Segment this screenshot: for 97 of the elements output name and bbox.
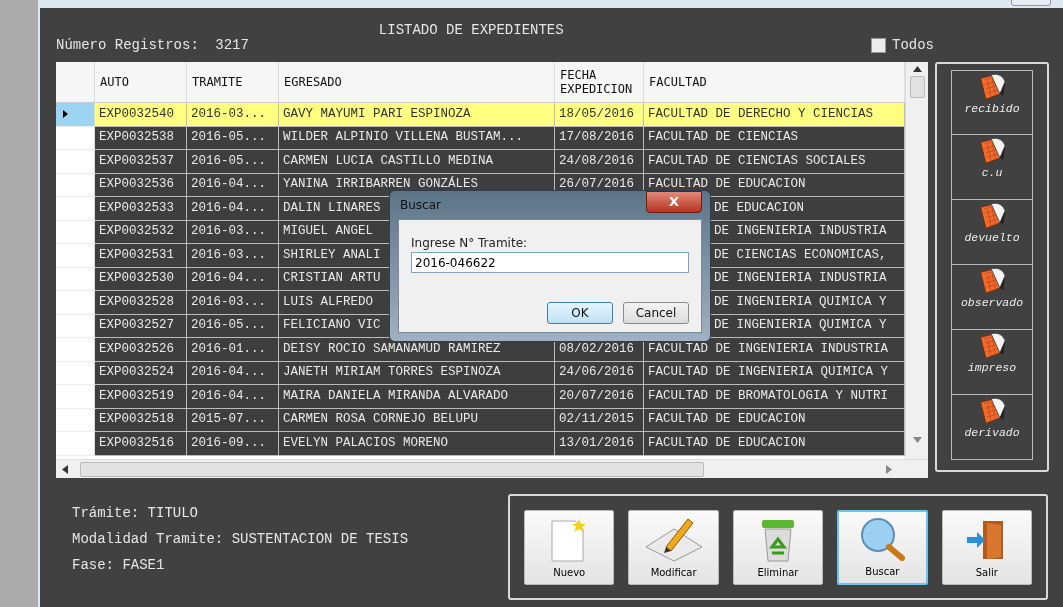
column-header[interactable]: TRAMITE: [187, 62, 279, 102]
table-cell-text: EXP0032526: [99, 340, 174, 358]
column-header[interactable]: AUTO: [95, 62, 187, 102]
ok-button[interactable]: OK: [547, 302, 613, 324]
table-cell-text: EVELYN PALACIOS MORENO: [283, 434, 449, 452]
status-button[interactable]: impreso: [951, 330, 1033, 395]
info-text: Modalidad Tramite: SUSTENTACION DE TESIS: [72, 530, 410, 549]
table-cell-text: 2015-07...: [191, 411, 266, 429]
table-cell-text: 2016-04...: [191, 176, 266, 194]
record-count: 3217: [215, 37, 249, 53]
table-cell-text: 2016-05...: [191, 152, 266, 170]
table-cell-text: MAIRA DANIELA MIRANDA ALVARADO: [283, 387, 509, 405]
table-cell-text: 2016-03...: [191, 105, 266, 123]
table-cell-text: WILDER ALPINIO VILLENA BUSTAM...: [283, 129, 524, 147]
table-cell-text: FACULTAD DE EDUCACION: [648, 176, 806, 194]
table-cell-text: EXP0032537: [99, 152, 174, 170]
table-cell-text: MIGUEL ANGEL: [283, 223, 373, 241]
table-cell-text: EXP0032540: [99, 105, 174, 123]
record-count-label: Número Registros:: [56, 37, 199, 53]
table-cell-text: FACULTAD DE EDUCACION: [648, 434, 806, 452]
column-header[interactable]: EGRESADO: [279, 62, 555, 102]
list-title: LISTADO DE EXPEDIENTES: [378, 21, 564, 40]
dialog-title: Buscar: [400, 197, 441, 214]
table-cell-text: 2016-04...: [191, 270, 266, 288]
table-cell-text: EXP0032533: [99, 199, 174, 217]
cancel-button[interactable]: Cancel: [623, 302, 689, 324]
table-cell-text: DE INGENIERIA INDUSTRIA: [714, 270, 887, 288]
table-cell-text: EXP0032530: [99, 270, 174, 288]
checkbox-label: Todos: [892, 36, 934, 55]
table-cell-text: 2016-01...: [191, 340, 266, 358]
toolbar-button[interactable]: Buscar: [837, 509, 928, 585]
status-button[interactable]: derivado: [951, 395, 1033, 460]
table-cell-text: 08/02/2016: [559, 340, 634, 358]
table-cell-text: 02/11/2015: [559, 411, 634, 429]
table-cell-text: FACULTAD DE BROMATOLOGIA Y NUTRI: [648, 387, 889, 405]
table-cell-text: DALIN LINARES: [283, 199, 381, 217]
table-cell-text: 2016-04...: [191, 387, 266, 405]
table-cell-text: EXP0032516: [99, 434, 174, 452]
table-cell-text: EXP0032531: [99, 246, 174, 264]
table-cell-text: 2016-05...: [191, 317, 266, 335]
table-cell-text: DE INGENIERIA QUIMICA Y: [714, 317, 887, 335]
close-button[interactable]: X: [646, 191, 702, 213]
status-button[interactable]: recibido: [951, 70, 1033, 135]
info-text: Trámite: TITULO: [72, 504, 200, 523]
table-cell-text: 17/08/2016: [559, 129, 634, 147]
table-cell-text: FACULTAD DE EDUCACION: [648, 411, 806, 429]
table-cell-text: 2016-05...: [191, 129, 266, 147]
table-cell-text: YANINA IRRIBARREN GONZÁLES: [283, 175, 479, 194]
info-text: Fase: FASE1: [72, 556, 166, 575]
table-cell-text: DE INGENIERIA QUIMICA Y: [714, 293, 887, 311]
table-cell-text: EXP0032536: [99, 176, 174, 194]
table-cell-text: 2016-09...: [191, 434, 266, 452]
table-cell-text: DE EDUCACION: [714, 199, 804, 217]
table-cell-text: 26/07/2016: [559, 176, 634, 194]
table-cell-text: FACULTAD DE CIENCIAS: [648, 129, 799, 147]
table-cell-text: 2016-04...: [191, 364, 266, 382]
table-cell-text: 13/01/2016: [559, 434, 634, 452]
table-cell-text: 24/06/2016: [559, 364, 634, 382]
table-cell-text: DE INGENIERIA INDUSTRIA: [714, 223, 887, 241]
table-cell-text: FACULTAD DE INGENIERIA INDUSTRIA: [648, 340, 889, 358]
status-button[interactable]: c.u: [951, 135, 1033, 200]
tramite-input-field[interactable]: 2016-046622: [411, 252, 689, 273]
table-cell-text: FACULTAD DE DERECHO Y CIENCIAS: [648, 105, 874, 123]
toolbar-button[interactable]: Modificar: [628, 509, 719, 585]
table-cell-text: EXP0032532: [99, 223, 174, 241]
table-cell-text: LUIS ALFREDO: [283, 293, 373, 311]
table-cell-text: EXP0032527: [99, 317, 174, 335]
toolbar-button[interactable]: Eliminar: [732, 509, 824, 585]
table-cell-text: EXP0032519: [99, 387, 174, 405]
toolbar-button[interactable]: Nuevo: [524, 509, 615, 585]
table-cell-text: 2016-04...: [191, 199, 266, 217]
toolbar-button[interactable]: Salir: [941, 509, 1032, 585]
table-cell-text: 2016-03...: [191, 293, 266, 311]
status-button[interactable]: observado: [951, 265, 1033, 330]
table-cell-text: EXP0032528: [99, 293, 174, 311]
table-cell-text: CARMEN LUCIA CASTILLO MEDINA: [283, 152, 494, 170]
table-cell-text: DEISY ROCIO SAMANAMUD RAMIREZ: [283, 340, 501, 358]
table-cell-text: 24/08/2016: [559, 152, 634, 170]
table-cell-text: FACULTAD DE INGENIERIA QUIMICA Y: [648, 364, 889, 382]
table-cell-text: SHIRLEY ANALI: [283, 246, 381, 264]
table-cell-text: CARMEN ROSA CORNEJO BELUPU: [283, 411, 479, 429]
table-cell-text: DE CIENCIAS ECONOMICAS,: [714, 246, 887, 264]
table-cell-text: FACULTAD DE CIENCIAS SOCIALES: [648, 152, 866, 170]
table-cell-text: EXP0032538: [99, 129, 174, 147]
table-cell-text: JANETH MIRIAM TORRES ESPINOZA: [283, 364, 501, 382]
table-cell-text: 18/05/2016: [559, 105, 634, 123]
table-cell-text: EXP0032518: [99, 411, 174, 429]
table-cell-text: 2016-03...: [191, 246, 266, 264]
table-cell-text: GAVY MAYUMI PARI ESPINOZA: [283, 105, 471, 123]
column-header[interactable]: FECHA EXPEDICION: [555, 62, 644, 102]
table-cell-text: 2016-03...: [191, 223, 266, 241]
table-cell-text: FELICIANO VIC: [283, 317, 381, 335]
field-label: Ingrese N° Tramite:: [411, 235, 529, 252]
status-button[interactable]: devuelto: [951, 200, 1033, 265]
table-cell-text: EXP0032524: [99, 364, 174, 382]
table-cell-text: 20/07/2016: [559, 387, 634, 405]
table-cell-text: CRISTIAN ARTU: [283, 270, 381, 288]
